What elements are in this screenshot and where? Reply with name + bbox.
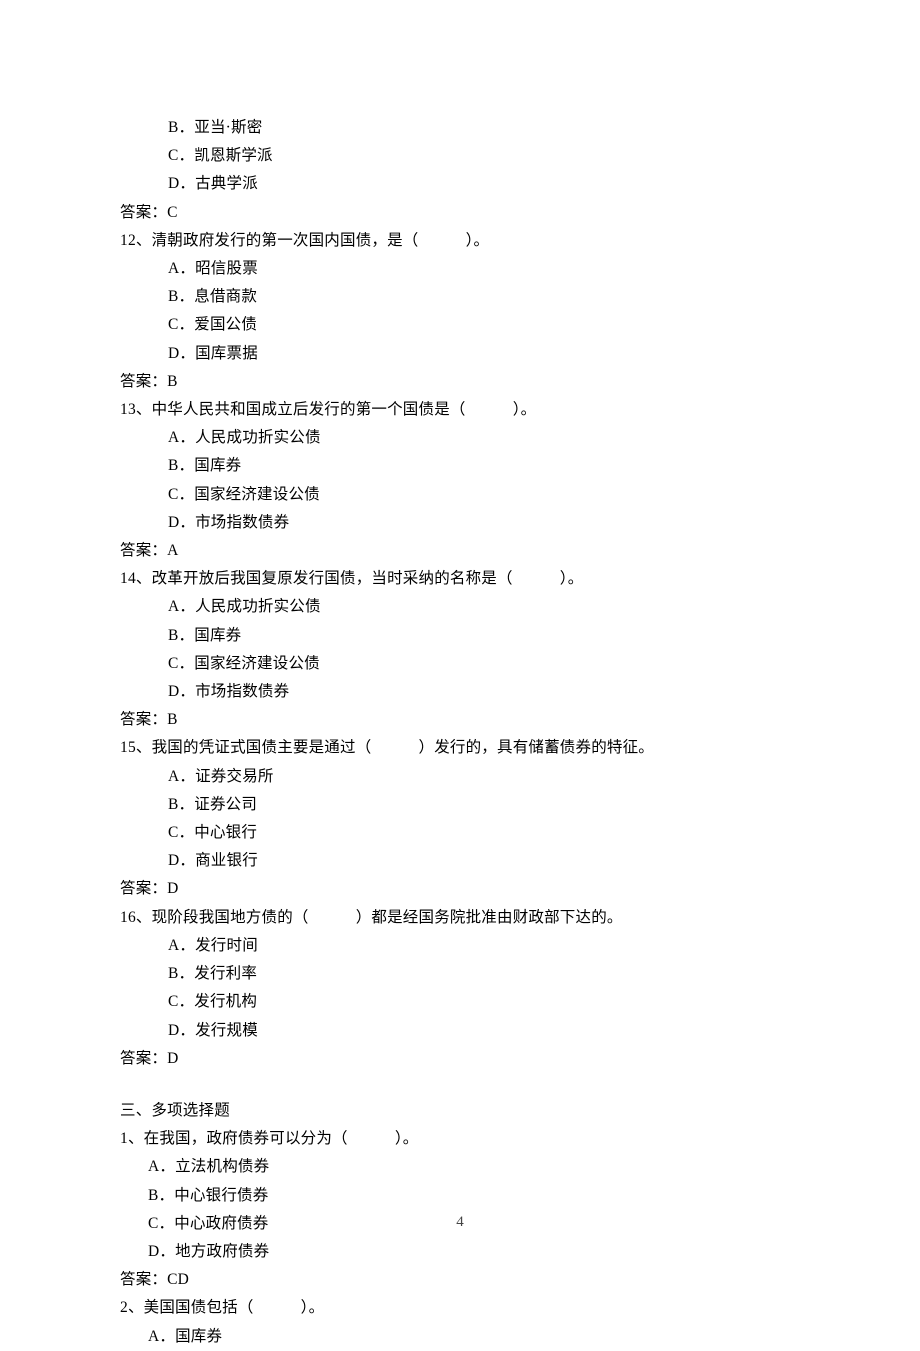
- q13-answer: 答案：A: [120, 537, 800, 565]
- q16-stem: 16、现阶段我国地方债的（ ）都是经国务院批准由财政部下达的。: [120, 904, 800, 932]
- mq1-option-a: A．立法机构债券: [120, 1153, 800, 1181]
- page-number: 4: [0, 1209, 920, 1236]
- section-3-title: 三、多项选择题: [120, 1097, 800, 1125]
- q13-option-b: B．国库券: [120, 452, 800, 480]
- mq1-option-b: B．中心银行债券: [120, 1182, 800, 1210]
- page: B．亚当·斯密 C．凯恩斯学派 D．古典学派 答案：C 12、清朝政府发行的第一…: [0, 0, 920, 1302]
- q14-stem: 14、改革开放后我国复原发行国债，当时采纳的名称是（ ）。: [120, 565, 800, 593]
- mq1-stem: 1、在我国，政府债券可以分为（ ）。: [120, 1125, 800, 1153]
- q11-option-d: D．古典学派: [120, 170, 800, 198]
- mq1-option-d: D．地方政府债券: [120, 1238, 800, 1266]
- q14-option-d: D．市场指数债券: [120, 678, 800, 706]
- q12-stem: 12、清朝政府发行的第一次国内国债，是（ ）。: [120, 227, 800, 255]
- q12-answer: 答案：B: [120, 368, 800, 396]
- q12-option-a: A．昭信股票: [120, 255, 800, 283]
- q15-answer: 答案：D: [120, 875, 800, 903]
- q14-option-c: C．国家经济建设公债: [120, 650, 800, 678]
- q16-answer: 答案：D: [120, 1045, 800, 1073]
- mq1-answer: 答案：CD: [120, 1266, 800, 1294]
- mq2-stem: 2、美国国债包括（ ）。: [120, 1294, 800, 1322]
- q16-option-a: A．发行时间: [120, 932, 800, 960]
- q12-option-c: C．爱国公债: [120, 311, 800, 339]
- q16-option-d: D．发行规模: [120, 1017, 800, 1045]
- q14-answer: 答案：B: [120, 706, 800, 734]
- q16-option-c: C．发行机构: [120, 988, 800, 1016]
- q14-option-b: B．国库券: [120, 622, 800, 650]
- q11-answer: 答案：C: [120, 199, 800, 227]
- q13-option-c: C．国家经济建设公债: [120, 481, 800, 509]
- q11-option-b: B．亚当·斯密: [120, 114, 800, 142]
- q12-option-b: B．息借商款: [120, 283, 800, 311]
- q13-option-d: D．市场指数债券: [120, 509, 800, 537]
- q16-option-b: B．发行利率: [120, 960, 800, 988]
- q11-option-c: C．凯恩斯学派: [120, 142, 800, 170]
- q12-option-d: D．国库票据: [120, 340, 800, 368]
- q13-stem: 13、中华人民共和国成立后发行的第一个国债是（ ）。: [120, 396, 800, 424]
- q15-option-a: A．证券交易所: [120, 763, 800, 791]
- q15-option-b: B．证券公司: [120, 791, 800, 819]
- q15-option-d: D．商业银行: [120, 847, 800, 875]
- q15-stem: 15、我国的凭证式国债主要是通过（ ）发行的，具有储蓄债券的特征。: [120, 734, 800, 762]
- mq2-option-a: A．国库券: [120, 1323, 800, 1351]
- q15-option-c: C．中心银行: [120, 819, 800, 847]
- q13-option-a: A．人民成功折实公债: [120, 424, 800, 452]
- q14-option-a: A．人民成功折实公债: [120, 593, 800, 621]
